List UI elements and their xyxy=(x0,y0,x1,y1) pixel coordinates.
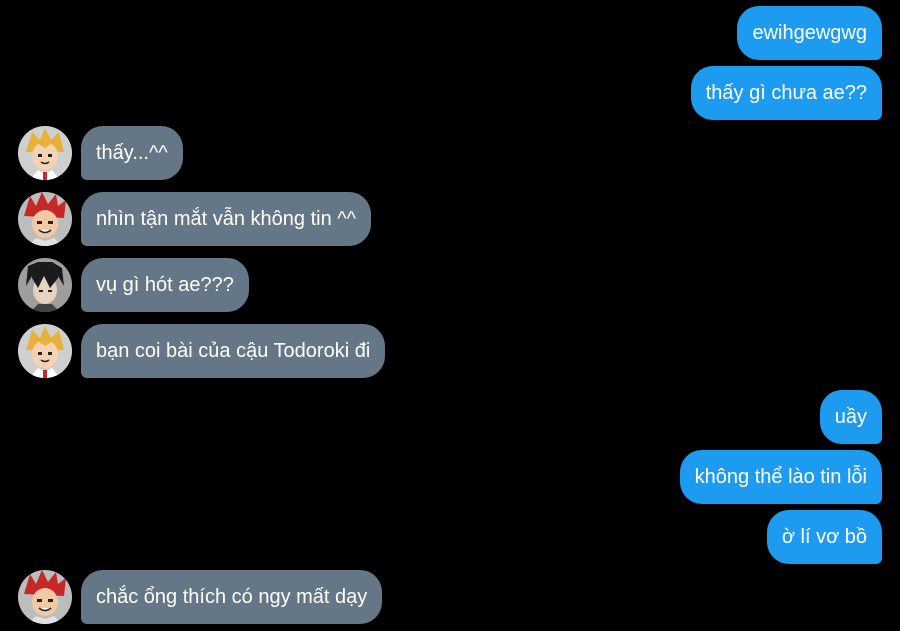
message-text: vụ gì hót ae??? xyxy=(96,274,234,296)
incoming-message-bubble[interactable]: vụ gì hót ae??? xyxy=(81,258,249,312)
message-text: uầy xyxy=(834,406,867,428)
avatar-blonde-boy[interactable] xyxy=(18,126,72,180)
message-text: không thể lào tin lỗi xyxy=(694,466,867,488)
outgoing-message-bubble[interactable]: ờ lí vơ bồ xyxy=(766,510,882,564)
message-text: chắc ổng thích có ngy mất dạy xyxy=(96,586,368,608)
message-text: bạn coi bài của cậu Todoroki đi xyxy=(96,340,371,362)
outgoing-message-bubble[interactable]: thấy gì chưa ae?? xyxy=(690,66,882,120)
outgoing-message-bubble[interactable]: ewihgewgwg xyxy=(737,6,882,60)
incoming-message-bubble[interactable]: thấy...^^ xyxy=(81,126,183,180)
avatar-red-hair-boy[interactable] xyxy=(18,192,72,246)
outgoing-message-bubble[interactable]: không thể lào tin lỗi xyxy=(679,450,882,504)
incoming-message-bubble[interactable]: bạn coi bài của cậu Todoroki đi xyxy=(81,324,386,378)
incoming-message-bubble[interactable]: nhìn tận mắt vẫn không tin ^^ xyxy=(81,192,372,246)
avatar-red-hair-boy[interactable] xyxy=(18,570,72,624)
message-text: ewihgewgwg xyxy=(752,22,867,44)
message-text: nhìn tận mắt vẫn không tin ^^ xyxy=(96,208,357,230)
outgoing-message-bubble[interactable]: uầy xyxy=(819,390,882,444)
message-text: ờ lí vơ bồ xyxy=(781,526,867,548)
message-text: thấy gì chưa ae?? xyxy=(705,82,867,104)
avatar-blonde-boy[interactable] xyxy=(18,324,72,378)
avatar-dark-hair-boy[interactable] xyxy=(18,258,72,312)
incoming-message-bubble[interactable]: chắc ổng thích có ngy mất dạy xyxy=(81,570,383,624)
message-text: thấy...^^ xyxy=(96,142,168,164)
